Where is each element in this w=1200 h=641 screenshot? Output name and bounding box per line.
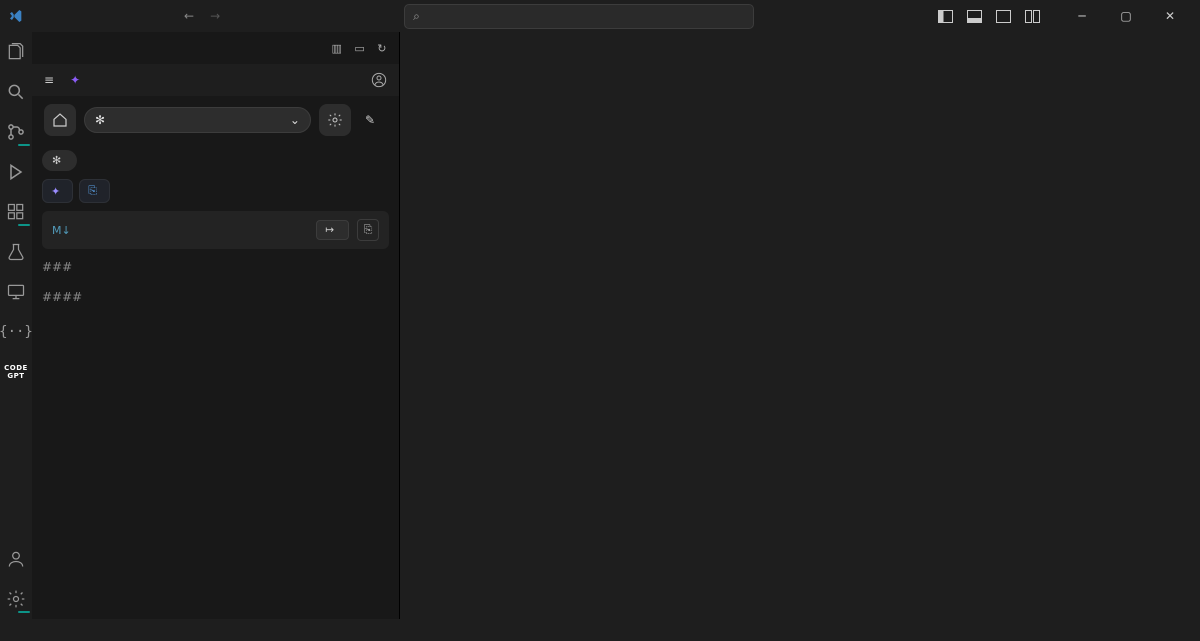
openai-icon: ✻ xyxy=(95,113,105,127)
menu-edit[interactable] xyxy=(48,12,64,20)
panel-refresh-icon[interactable]: ↻ xyxy=(377,42,387,55)
path-tag[interactable]: ⎘ xyxy=(79,179,110,203)
panel-icon-2[interactable]: ▭ xyxy=(354,42,365,55)
scm-badge xyxy=(18,144,30,146)
code-explanation-block: ### #### xyxy=(42,257,389,308)
menu-file[interactable] xyxy=(28,12,44,20)
activity-bar: {··} CODEGPT xyxy=(0,32,32,619)
menu-run[interactable] xyxy=(128,12,144,20)
user-avatar-icon[interactable] xyxy=(371,72,387,88)
insert-code-button[interactable]: ↦ xyxy=(316,220,349,240)
codegpt-icon[interactable]: CODEGPT xyxy=(4,360,28,384)
vscode-logo-icon xyxy=(8,8,24,24)
remote-explorer-icon[interactable] xyxy=(4,280,28,304)
menu-go[interactable] xyxy=(108,12,124,20)
sparkle-icon[interactable]: ✦ xyxy=(70,73,80,87)
edit-icon: ✎ xyxy=(365,113,375,127)
explorer-icon[interactable] xyxy=(4,40,28,64)
accounts-icon[interactable] xyxy=(4,547,28,571)
active-model-chip: ✻ xyxy=(42,150,77,171)
copy-button[interactable]: ⎘ xyxy=(357,219,379,241)
new-chat-button[interactable]: ✎ xyxy=(359,113,387,127)
settings-badge xyxy=(18,611,30,613)
layout-sidebar-right-icon[interactable] xyxy=(996,10,1011,23)
markdown-card: M↓ ↦ ⎘ xyxy=(42,211,389,249)
ext-badge xyxy=(18,224,30,226)
menu-overflow[interactable] xyxy=(148,12,164,20)
layout-sidebar-left-icon[interactable] xyxy=(938,10,953,23)
nav-forward-icon[interactable]: → xyxy=(210,9,220,23)
sparkle-icon: ✦ xyxy=(51,185,60,198)
codegpt-panel: ▥ ▭ ↻ ≡ ✦ ✻ ⌄ ✎ ✻ ✦ ⎘ xyxy=(32,32,400,619)
window-minimize[interactable]: ─ xyxy=(1064,4,1100,28)
layout-panel-icon[interactable] xyxy=(967,10,982,23)
model-selector[interactable]: ✻ ⌄ xyxy=(84,107,311,133)
home-button[interactable] xyxy=(44,104,76,136)
codeium-icon[interactable]: {··} xyxy=(4,320,28,344)
nav-back-icon[interactable]: ← xyxy=(184,9,194,23)
run-debug-icon[interactable] xyxy=(4,160,28,184)
explain-tag[interactable]: ✦ xyxy=(42,179,73,203)
markdown-icon: M↓ xyxy=(52,224,71,237)
search-icon[interactable] xyxy=(4,80,28,104)
extensions-icon[interactable] xyxy=(4,200,28,224)
chat-settings-button[interactable] xyxy=(319,104,351,136)
file-icon: ⎘ xyxy=(88,184,97,198)
testing-icon[interactable] xyxy=(4,240,28,264)
window-close[interactable]: ✕ xyxy=(1152,4,1188,28)
window-maximize[interactable]: ▢ xyxy=(1108,4,1144,28)
customize-layout-icon[interactable] xyxy=(1025,10,1040,23)
panel-icon-1[interactable]: ▥ xyxy=(331,42,342,55)
titlebar: ← → ⌕ ─ ▢ ✕ xyxy=(0,0,1200,32)
settings-gear-icon[interactable] xyxy=(4,587,28,611)
openai-icon: ✻ xyxy=(52,154,61,167)
menu-view[interactable] xyxy=(88,12,104,20)
source-control-icon[interactable] xyxy=(4,120,28,144)
chat-menu-button[interactable]: ≡ xyxy=(44,73,60,87)
search-icon: ⌕ xyxy=(413,9,420,24)
chevron-down-icon: ⌄ xyxy=(290,113,300,127)
menu-selection[interactable] xyxy=(68,12,84,20)
command-center[interactable]: ⌕ xyxy=(404,4,754,29)
